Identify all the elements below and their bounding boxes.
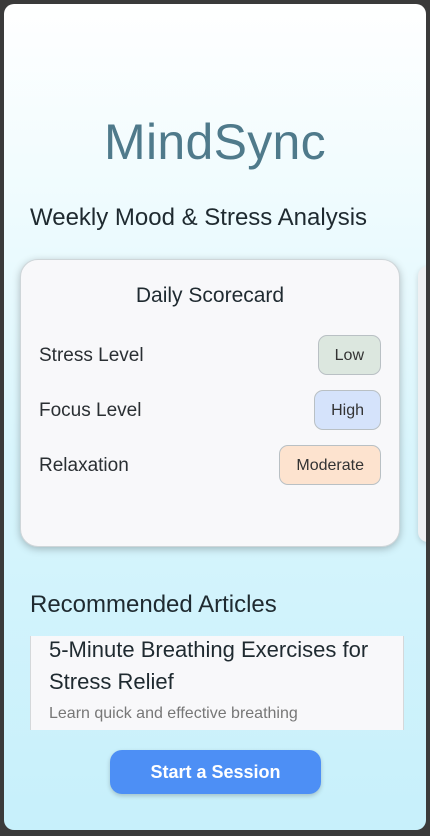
scorecard-title: Daily Scorecard — [135, 284, 285, 307]
focus-level-badge: High — [314, 390, 381, 430]
weekly-analysis-title: Weekly Mood & Stress Analysis — [30, 204, 368, 231]
metric-row-stress: Stress Level Low — [39, 335, 381, 377]
stress-level-badge: Low — [317, 335, 381, 375]
daily-scorecard-card: Daily Scorecard Stress Level Low Focus L… — [20, 259, 400, 547]
metric-label-stress: Stress Level — [39, 345, 144, 366]
metric-label-relaxation: Relaxation — [39, 455, 129, 476]
relaxation-badge: Moderate — [279, 445, 381, 485]
metric-row-relaxation: Relaxation Moderate — [39, 445, 381, 487]
start-session-button[interactable]: Start a Session — [110, 750, 321, 794]
article-description: Learn quick and effective breathing — [49, 705, 298, 722]
app-title: MindSync — [104, 114, 326, 170]
app-screen: MindSync Weekly Mood & Stress Analysis D… — [4, 4, 426, 830]
metric-label-focus: Focus Level — [39, 400, 142, 421]
next-scorecard-peek[interactable] — [418, 266, 426, 542]
article-title: 5-Minute Breathing Exercises for Stress … — [49, 637, 369, 694]
article-card[interactable]: 5-Minute Breathing Exercises for Stress … — [30, 636, 404, 730]
metric-row-focus: Focus Level High — [39, 390, 381, 432]
recommended-articles-title: Recommended Articles — [30, 591, 277, 618]
